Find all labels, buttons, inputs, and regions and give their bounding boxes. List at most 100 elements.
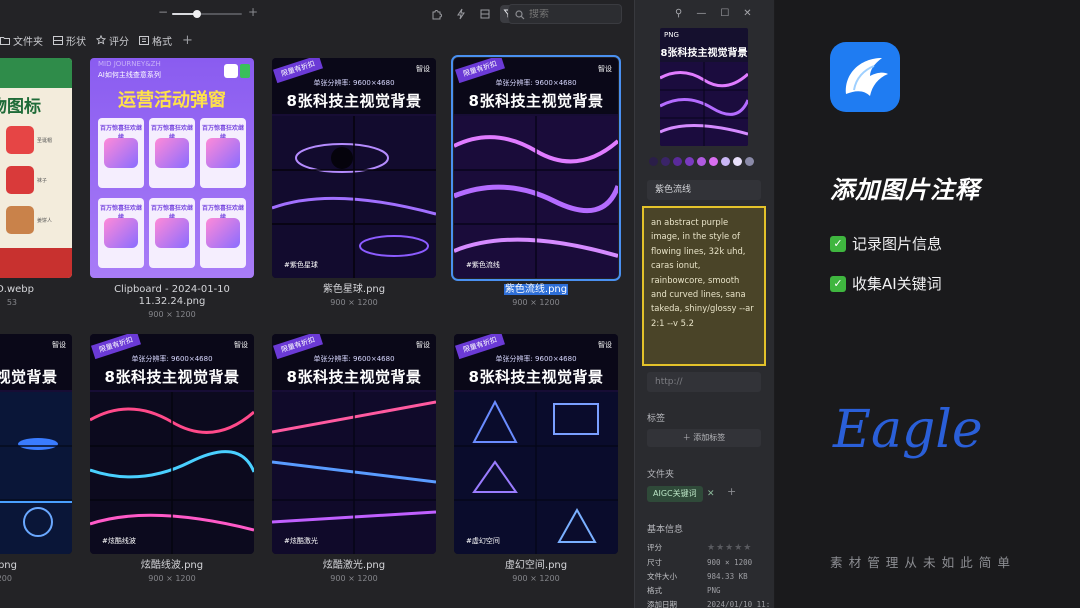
thumb-label: 姜饼人 bbox=[37, 218, 53, 224]
rating-stars[interactable]: ★★★★★ bbox=[707, 542, 752, 554]
asset-name: 紫色星球.png bbox=[322, 284, 386, 295]
thumb-tile: 百万惊喜狂欢继续 bbox=[200, 198, 246, 268]
filter-rating[interactable]: 评分 bbox=[96, 33, 129, 48]
color-swatch[interactable] bbox=[733, 157, 742, 166]
color-swatch[interactable] bbox=[685, 157, 694, 166]
thumb-subtitle: 单张分辨率: 9600×4680 bbox=[495, 355, 577, 363]
thumb-header: AI如何主线查意系列 bbox=[98, 71, 161, 79]
color-palette bbox=[649, 157, 754, 166]
thumb-subtitle: 单张分辨率: 9600×4680 bbox=[313, 355, 395, 363]
thumb-brand: 智设 bbox=[598, 341, 612, 349]
asset-thumbnail[interactable]: 限量有折扣 智设 单张分辨率: 9600×4680 8张科技主视觉背景 #炫酷线… bbox=[90, 334, 254, 554]
asset-thumbnail[interactable]: 限量有折扣 智设 单张分辨率: 9600×4680 8张科技主视觉背景 #炫酷激… bbox=[272, 334, 436, 554]
minimize-icon[interactable]: — bbox=[696, 8, 706, 19]
thumb-artwork bbox=[272, 116, 436, 278]
thumb-title: 物图标 bbox=[0, 97, 41, 117]
thumb-hashtag: #虚幻空间 bbox=[466, 537, 500, 545]
preview-image[interactable]: PNG 8张科技主视觉背景 bbox=[660, 28, 748, 146]
color-swatch[interactable] bbox=[661, 157, 670, 166]
asset-thumbnail[interactable]: 限量有折扣 智设 单张分辨率: 9600×4680 8张科技主视觉背景 #紫色流… bbox=[451, 55, 621, 281]
asset-name: 炫酷激光.png bbox=[322, 560, 386, 571]
asset-dimensions: 200 bbox=[0, 574, 12, 583]
thumb-tile: 百万惊喜狂欢继续 bbox=[149, 118, 195, 188]
layers-icon[interactable] bbox=[476, 5, 494, 23]
eagle-signature: Eagle bbox=[833, 400, 983, 460]
eagle-icon bbox=[845, 58, 888, 96]
thumb-title: 8张科技主视觉背景 bbox=[286, 368, 422, 386]
asset-name: 虚幻空间.png bbox=[504, 560, 568, 571]
thumb-title: 8张科技主视觉背景 bbox=[104, 368, 240, 386]
add-filter-icon[interactable]: + bbox=[182, 33, 193, 48]
asset-thumbnail[interactable]: 限量有折扣 智设 单张分辨率: 9600×4680 8张科技主视觉背景 #虚幻空… bbox=[454, 334, 618, 554]
thumb-tile: 百万惊喜狂欢继续 bbox=[200, 118, 246, 188]
pin-icon[interactable]: ⚲ bbox=[675, 8, 682, 19]
thumb-hashtag: #紫色星球 bbox=[284, 261, 318, 269]
thumb-artwork bbox=[0, 392, 72, 554]
filter-label: 形状 bbox=[66, 36, 86, 48]
thumb-tile: 百万惊喜狂欢继续 bbox=[98, 118, 144, 188]
zoom-handle[interactable] bbox=[192, 10, 201, 18]
filter-format[interactable]: 格式 bbox=[139, 33, 172, 48]
color-swatch[interactable] bbox=[673, 157, 682, 166]
asset-browser: − + 搜索 文件夹 形状 评分 格式 + 图标 圣诞帽 袜子 姜饼人 .web… bbox=[0, 0, 634, 608]
filter-shape[interactable]: 形状 bbox=[53, 33, 86, 48]
thumb-hashtag: #紫色流线 bbox=[466, 261, 500, 269]
thumb-hashtag: #炫酷线波 bbox=[102, 537, 136, 545]
promo-heading: 添加图片注释 bbox=[830, 176, 980, 204]
asset-name: png bbox=[0, 560, 17, 571]
asset-name: Clipboard - 2024-01-10 bbox=[114, 284, 230, 295]
close-icon[interactable]: ✕ bbox=[743, 8, 751, 19]
color-swatch[interactable] bbox=[721, 157, 730, 166]
thumb-brand: 智设 bbox=[416, 65, 430, 73]
maximize-icon[interactable]: ☐ bbox=[720, 8, 729, 19]
app-icon bbox=[240, 64, 250, 78]
annotation-field[interactable]: an abstract purple image, in the style o… bbox=[642, 206, 766, 366]
info-row-size: 尺寸 900 × 1200 bbox=[647, 558, 753, 567]
asset-dimensions: 900 × 1200 bbox=[512, 574, 560, 583]
filter-folder[interactable]: 文件夹 bbox=[0, 33, 43, 48]
zoom-track[interactable] bbox=[172, 10, 242, 18]
preview-artwork bbox=[660, 62, 748, 146]
asset-thumbnail[interactable]: AI如何主线查意系列 MID JOURNEY&ZH 运营活动弹窗 百万惊喜狂欢继… bbox=[90, 58, 254, 278]
thumb-label: 圣诞帽 bbox=[37, 138, 53, 144]
asset-dimensions: 53 bbox=[6, 298, 17, 307]
url-field[interactable]: http:// bbox=[647, 372, 761, 392]
asset-thumbnail[interactable]: 限量有折扣 智设 单张分辨率: 9600×4680 8张科技主视觉背景 #紫色星… bbox=[272, 58, 436, 278]
shape-icon bbox=[53, 35, 63, 45]
toolbar-icons bbox=[428, 5, 518, 23]
asset-dimensions: 900 × 1200 bbox=[512, 298, 560, 307]
thumb-brand: 智设 bbox=[416, 341, 430, 349]
inspector-panel: ⚲ — ☐ ✕ PNG 8张科技主视觉背景 紫色流线 an abstract p… bbox=[634, 0, 774, 608]
zoom-in-icon[interactable]: + bbox=[248, 5, 258, 19]
asset-dimensions: 900 × 1200 bbox=[330, 298, 378, 307]
thumb-watermark: MID JOURNEY&ZH bbox=[98, 60, 161, 68]
zoom-out-icon[interactable]: − bbox=[158, 5, 168, 19]
preview-badge: PNG bbox=[664, 31, 679, 39]
thumb-brand: 智设 bbox=[598, 65, 612, 73]
filter-label: 格式 bbox=[152, 36, 172, 48]
star-icon bbox=[96, 35, 106, 45]
lightning-icon[interactable] bbox=[452, 5, 470, 23]
info-row-filesize: 文件大小 984.33 KB bbox=[647, 572, 748, 581]
puzzle-icon[interactable] bbox=[428, 5, 446, 23]
remove-folder-icon[interactable]: ✕ bbox=[707, 486, 715, 502]
color-swatch[interactable] bbox=[697, 157, 706, 166]
color-swatch[interactable] bbox=[745, 157, 754, 166]
thumb-title: 运营活动弹窗 bbox=[118, 90, 226, 111]
info-row-rating: 评分 ★★★★★ bbox=[647, 542, 753, 554]
asset-name: 书 RED.webp bbox=[0, 284, 34, 295]
search-box[interactable] bbox=[508, 4, 622, 24]
folder-chip[interactable]: AIGC关键词 bbox=[647, 486, 703, 502]
search-input[interactable] bbox=[529, 8, 609, 20]
asset-thumbnail[interactable]: 智设 8张科技主视觉背景 bbox=[0, 334, 72, 554]
add-folder-icon[interactable]: + bbox=[727, 485, 736, 498]
add-tag-button[interactable]: ＋ 添加标签 bbox=[647, 429, 761, 447]
asset-name-cont: 11.32.24.png bbox=[138, 296, 206, 307]
name-field[interactable]: 紫色流线 bbox=[647, 180, 761, 200]
promo-tagline: 素材管理从未如此简单 bbox=[830, 555, 1016, 570]
asset-thumbnail[interactable]: 物图标 圣诞帽 袜子 姜饼人 bbox=[0, 58, 72, 278]
color-swatch[interactable] bbox=[649, 157, 658, 166]
zoom-slider[interactable]: − + bbox=[158, 5, 258, 20]
thumb-tile: 百万惊喜狂欢继续 bbox=[98, 198, 144, 268]
color-swatch[interactable] bbox=[709, 157, 718, 166]
